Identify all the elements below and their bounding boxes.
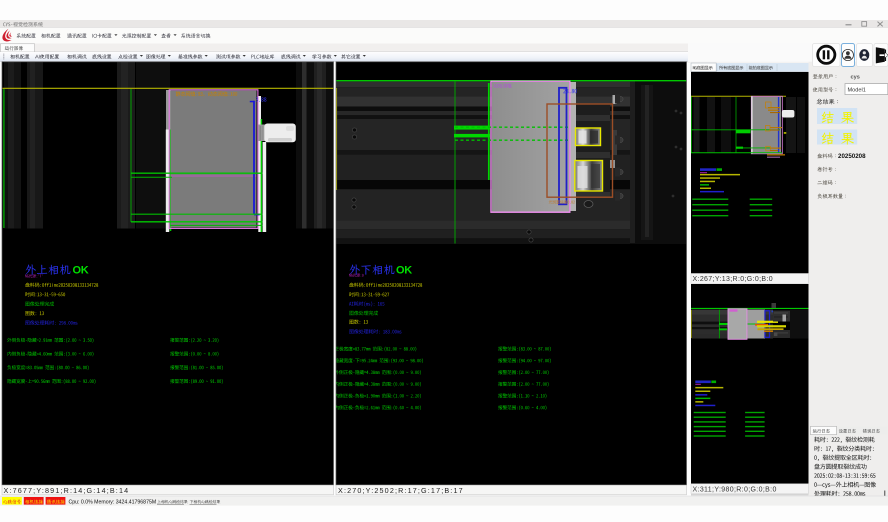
svg-text:X:7677;Y:891;R:14;G:14;B:14: X:7677;Y:891;R:14;G:14;B:14 [4, 486, 130, 495]
svg-text:Cpu: 0.0% Memory: 3424.4179687: Cpu: 0.0% Memory: 3424.41796875M [69, 500, 157, 506]
svg-text:cys: cys [851, 74, 860, 80]
svg-text:OK: OK [73, 265, 89, 277]
svg-text:20250208: 20250208 [838, 153, 866, 160]
svg-text:X:311;Y:980;R:0;G:0;B:0: X:311;Y:980;R:0;G:0;B:0 [693, 486, 777, 493]
svg-text:X:270;Y:2502;R:17;G:17;B:17: X:270;Y:2502;R:17;G:17;B:17 [338, 486, 464, 495]
svg-text:X:267;Y:13;R:0;G:0;B:0: X:267;Y:13;R:0;G:0;B:0 [693, 276, 773, 283]
svg-text:Model1: Model1 [848, 87, 866, 93]
svg-text:OK: OK [396, 265, 412, 277]
